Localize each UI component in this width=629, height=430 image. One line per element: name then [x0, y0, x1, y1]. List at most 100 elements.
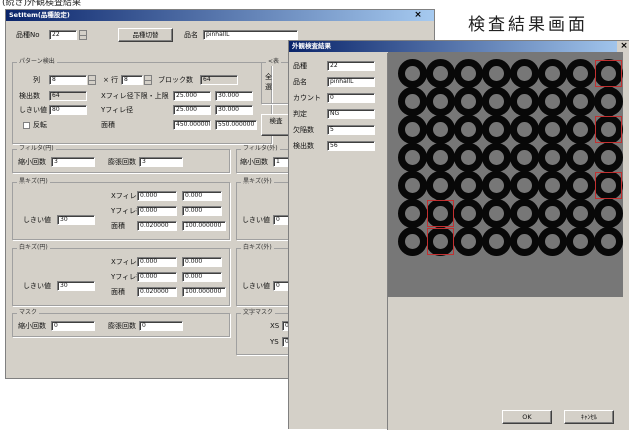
- row-input[interactable]: 8: [121, 75, 143, 85]
- mask-shrink-input[interactable]: 0: [51, 321, 95, 331]
- inspection-ring: [482, 143, 511, 172]
- settings-title: SetItem(品種設定): [9, 11, 70, 19]
- pattern-x-min[interactable]: 25.000: [173, 91, 211, 101]
- col-input[interactable]: 8: [49, 75, 87, 85]
- result-title: 外観検査結果: [292, 42, 331, 50]
- white-y-min[interactable]: 0.000: [137, 272, 177, 282]
- filter-circle-group: フィルタ(円) 縮小回数 3 膨張回数 3: [12, 145, 230, 173]
- inspect-button-label: 検査: [269, 117, 283, 125]
- hinban-label: 品種No: [16, 31, 40, 39]
- result-field-value: 56: [327, 141, 375, 151]
- pattern-group-title: パターン検出: [17, 58, 57, 66]
- filter-outer-shrink-label: 縮小回数: [240, 158, 268, 166]
- result-field-value: NG: [327, 109, 375, 119]
- pattern-area-label: 面積: [101, 121, 115, 129]
- invert-checkbox[interactable]: [23, 122, 30, 129]
- inspection-ring: [398, 171, 427, 200]
- inspection-ring: [510, 171, 539, 200]
- hinban-input[interactable]: 22: [49, 30, 77, 40]
- text-mask-ys-label: YS: [270, 338, 279, 346]
- black-circle-group: 黒キズ(円) しきい値 30 Xフィレ径 0.000 0.000 Yフィレ径 0…: [12, 178, 230, 240]
- result-field-value: 22: [327, 61, 375, 71]
- inspection-ring: [482, 199, 511, 228]
- result-field-label: 品種: [293, 62, 307, 70]
- cancel-button[interactable]: ｷｬﾝｾﾙ: [564, 410, 614, 424]
- white-area-min[interactable]: 0.020000: [137, 287, 177, 297]
- pattern-y-max[interactable]: 30.000: [215, 105, 253, 115]
- hinmei-input[interactable]: pinhallL: [203, 30, 298, 40]
- inspection-ring: [510, 115, 539, 144]
- detect-label: 検出数: [19, 92, 40, 100]
- inspection-ring: [538, 115, 567, 144]
- white-circle-group: 白キズ(円) しきい値 30 Xフィレ径 0.000 0.000 Yフィレ径 0…: [12, 244, 230, 306]
- white-y-max[interactable]: 0.000: [182, 272, 222, 282]
- inspection-ring: [454, 59, 483, 88]
- pattern-area-max[interactable]: 550.000000: [215, 120, 257, 130]
- inspection-ring: [398, 87, 427, 116]
- display-group-title: <表: [266, 58, 282, 66]
- ok-button[interactable]: OK: [502, 410, 552, 424]
- mask-expand-input[interactable]: 0: [139, 321, 183, 331]
- inspection-ring: [566, 227, 595, 256]
- row-spinner[interactable]: [144, 75, 152, 85]
- white-outer-group: 白キズ(外) しきい値 0: [236, 244, 296, 306]
- inspection-ring: [426, 115, 455, 144]
- inspection-ring: [482, 87, 511, 116]
- result-close-icon[interactable]: ×: [617, 41, 629, 52]
- black-area-min[interactable]: 0.020000: [137, 221, 177, 231]
- text-mask-xs-label: XS: [270, 322, 280, 330]
- switch-button[interactable]: 品種切替: [118, 28, 173, 42]
- hinmei-label: 品名: [184, 31, 198, 39]
- pattern-area-min[interactable]: 450.000000: [173, 120, 211, 130]
- result-field-value: 0: [327, 93, 375, 103]
- inspection-ring: [566, 87, 595, 116]
- pattern-x-max[interactable]: 30.000: [215, 91, 253, 101]
- inspection-ring: [510, 87, 539, 116]
- col-label: 列: [33, 76, 40, 84]
- inspection-ring: [594, 143, 623, 172]
- hinban-spinner[interactable]: [79, 30, 87, 40]
- filter-shrink-input[interactable]: 3: [51, 157, 95, 167]
- inspection-ring: [538, 227, 567, 256]
- col-spinner[interactable]: [88, 75, 96, 85]
- pattern-y-min[interactable]: 25.000: [173, 105, 211, 115]
- black-thresh-input[interactable]: 30: [57, 215, 95, 225]
- display-option-2[interactable]: 選: [265, 83, 272, 92]
- inspection-ring: [538, 87, 567, 116]
- inspection-ring: [594, 87, 623, 116]
- inspection-ring: [538, 199, 567, 228]
- white-area-max[interactable]: 100.000000: [182, 287, 226, 297]
- pattern-thresh-label: しきい値: [19, 106, 47, 114]
- caption-top: (続き)外観検査結果: [2, 0, 82, 6]
- inspection-ring: [594, 227, 623, 256]
- detect-count: 64: [49, 91, 87, 101]
- invert-label: 反転: [33, 121, 47, 129]
- black-x-min[interactable]: 0.000: [137, 191, 177, 201]
- mask-expand-label: 膨張回数: [108, 322, 136, 330]
- black-area-label: 面積: [111, 222, 125, 230]
- inspection-image: [388, 52, 623, 297]
- filter-expand-input[interactable]: 3: [139, 157, 183, 167]
- inspect-button-partial[interactable]: 検査: [261, 114, 291, 136]
- pattern-y-label: Yフィレ径: [101, 106, 134, 114]
- settings-close-icon[interactable]: ×: [411, 10, 425, 21]
- pattern-thresh-input[interactable]: 80: [49, 105, 87, 115]
- black-outer-title: 黒キズ(外): [241, 178, 274, 186]
- inspection-ring: [398, 143, 427, 172]
- black-y-max[interactable]: 0.000: [182, 206, 222, 216]
- mask-shrink-label: 縮小回数: [18, 322, 46, 330]
- filter-shrink-label: 縮小回数: [18, 158, 46, 166]
- white-thresh-input[interactable]: 30: [57, 281, 95, 291]
- white-x-max[interactable]: 0.000: [182, 257, 222, 267]
- white-area-label: 面積: [111, 288, 125, 296]
- result-field-label: 検出数: [293, 142, 314, 150]
- inspection-ring: [454, 199, 483, 228]
- black-y-min[interactable]: 0.000: [137, 206, 177, 216]
- white-x-min[interactable]: 0.000: [137, 257, 177, 267]
- inspection-ring: [510, 143, 539, 172]
- inspection-ring: [482, 115, 511, 144]
- inspection-ring: [538, 143, 567, 172]
- black-x-max[interactable]: 0.000: [182, 191, 222, 201]
- display-option-1[interactable]: 全: [265, 73, 272, 82]
- black-area-max[interactable]: 100.000000: [182, 221, 226, 231]
